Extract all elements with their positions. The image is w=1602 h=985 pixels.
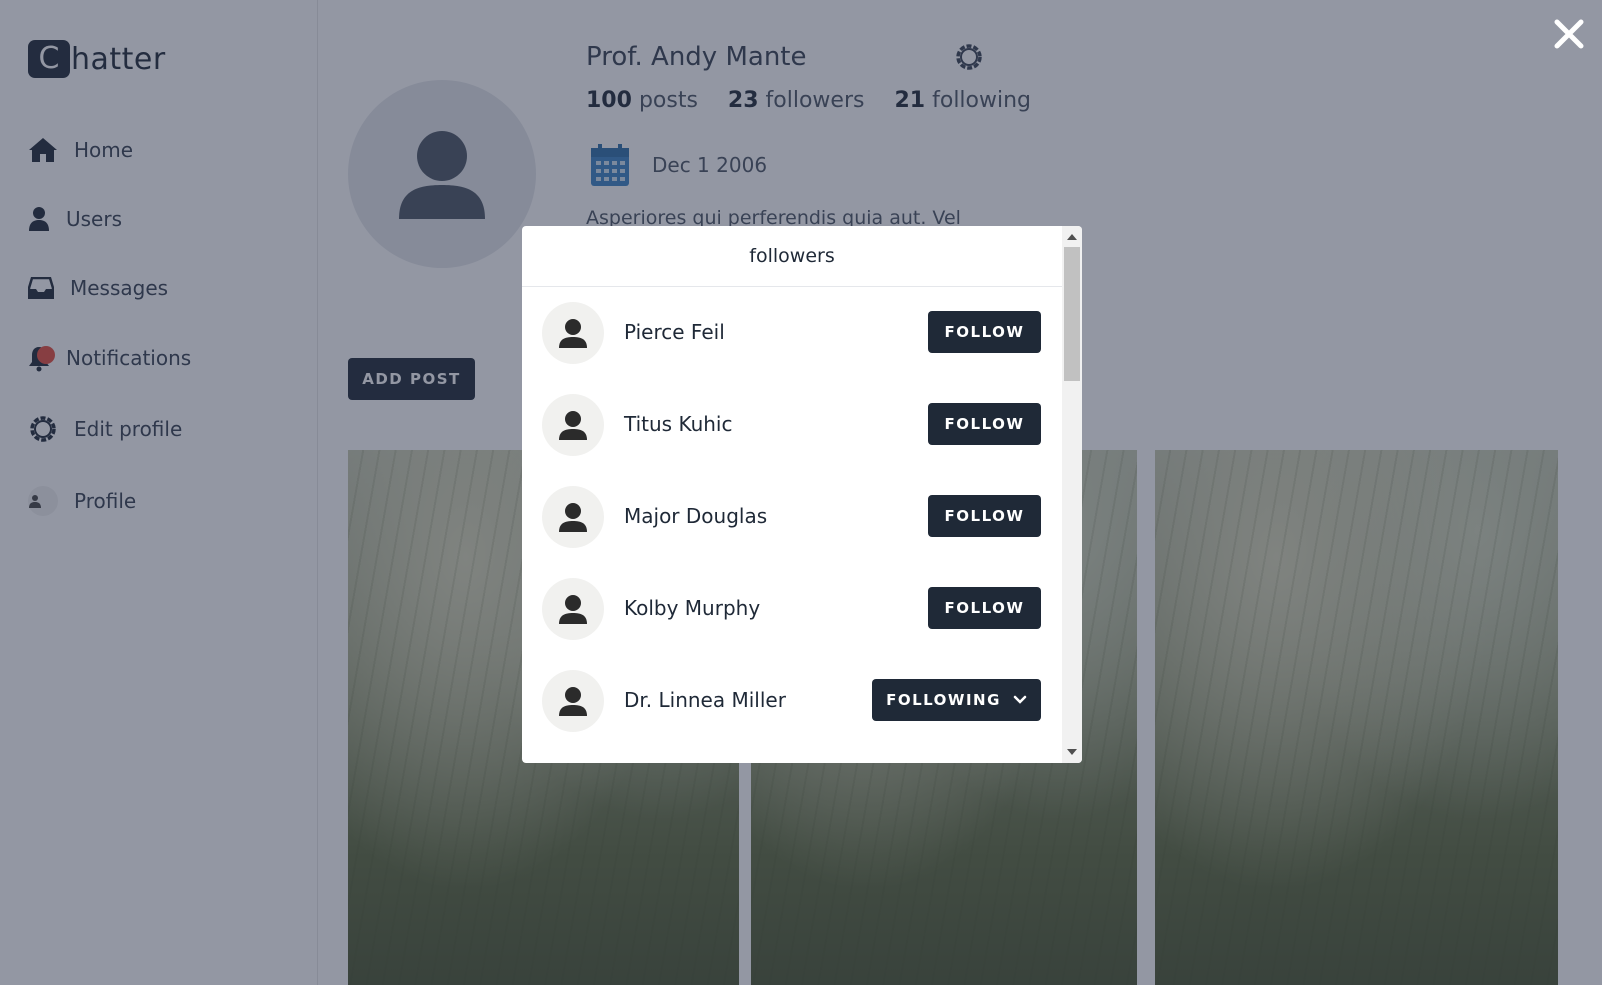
user-avatar[interactable] <box>542 302 604 364</box>
list-item: Kolby Murphy FOLLOW <box>522 563 1062 655</box>
modal-scrollbar[interactable] <box>1062 226 1082 763</box>
scroll-down-arrow-icon[interactable] <box>1067 749 1077 755</box>
list-item: Dr. Linnea Miller FOLLOWING <box>522 655 1062 747</box>
user-name[interactable]: Kolby Murphy <box>624 596 760 620</box>
person-icon <box>559 319 587 348</box>
scrollbar-thumb[interactable] <box>1064 247 1080 381</box>
user-avatar[interactable] <box>542 578 604 640</box>
user-name[interactable]: Dr. Linnea Miller <box>624 688 786 712</box>
close-icon[interactable] <box>1553 18 1585 50</box>
modal-title: followers <box>522 226 1082 287</box>
following-label: FOLLOWING <box>886 691 1001 709</box>
person-icon <box>559 687 587 716</box>
follow-button[interactable]: FOLLOW <box>928 495 1041 537</box>
scroll-up-arrow-icon[interactable] <box>1067 234 1077 240</box>
user-avatar[interactable] <box>542 486 604 548</box>
user-name[interactable]: Titus Kuhic <box>624 412 732 436</box>
follow-button[interactable]: FOLLOW <box>928 587 1041 629</box>
following-dropdown-button[interactable]: FOLLOWING <box>872 679 1041 721</box>
chevron-down-icon <box>1013 695 1027 704</box>
followers-modal: followers Pierce Feil FOLLOW Titus Kuhic… <box>522 226 1082 763</box>
follow-button[interactable]: FOLLOW <box>928 311 1041 353</box>
person-icon <box>559 595 587 624</box>
person-icon <box>559 411 587 440</box>
user-name[interactable]: Pierce Feil <box>624 320 725 344</box>
user-avatar[interactable] <box>542 394 604 456</box>
user-avatar[interactable] <box>542 670 604 732</box>
follow-button[interactable]: FOLLOW <box>928 403 1041 445</box>
list-item: Major Douglas FOLLOW <box>522 471 1062 563</box>
user-name[interactable]: Major Douglas <box>624 504 767 528</box>
person-icon <box>559 503 587 532</box>
list-item: Titus Kuhic FOLLOW <box>522 379 1062 471</box>
list-item: Pierce Feil FOLLOW <box>522 287 1062 379</box>
